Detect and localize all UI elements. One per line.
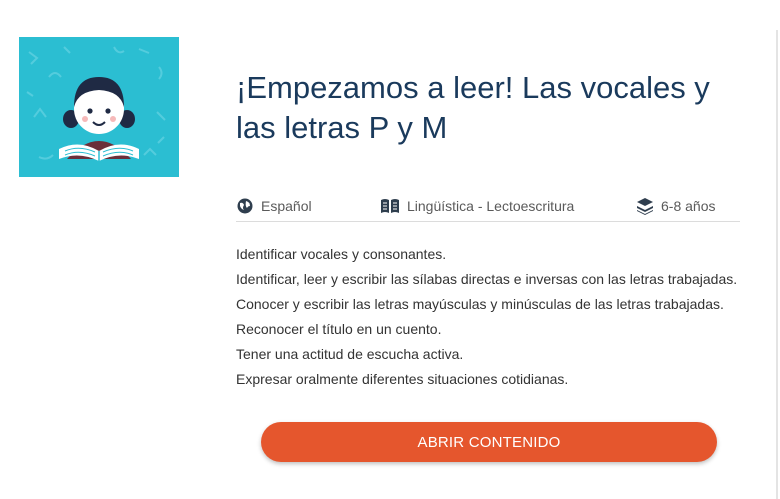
objective-item: Reconocer el título en un cuento. [236,321,442,337]
objective-item: Expresar oralmente diferentes situacione… [236,371,569,387]
learning-objectives-list: Identificar vocales y consonantes. Ident… [236,242,756,392]
meta-subject: Lingüística - Lectoescritura [380,197,574,215]
objective-item: Identificar, leer y escribir las sílabas… [236,271,738,287]
layers-icon [637,198,653,215]
open-book-icon [381,199,399,213]
globe-icon [237,198,253,214]
resource-meta-bar: Español Lingüística - Lectoescritura 6-8… [236,193,740,222]
age-range-label: 6-8 años [661,198,716,214]
objective-item: Conocer y escribir las letras mayúsculas… [236,296,724,312]
objective-item: Tener una actitud de escucha activa. [236,346,464,362]
meta-age-range: 6-8 años [636,197,715,215]
objective-item: Identificar vocales y consonantes. [236,246,447,262]
meta-language: Español [236,197,312,215]
child-reading-illustration [26,46,166,161]
resource-cover-image[interactable] [19,37,179,177]
right-divider [776,30,778,499]
subject-label: Lingüística - Lectoescritura [407,198,575,214]
language-label: Español [261,198,312,214]
resource-title: ¡Empezamos a leer! Las vocales y las let… [236,70,710,145]
open-content-button[interactable]: ABRIR CONTENIDO [261,422,717,462]
